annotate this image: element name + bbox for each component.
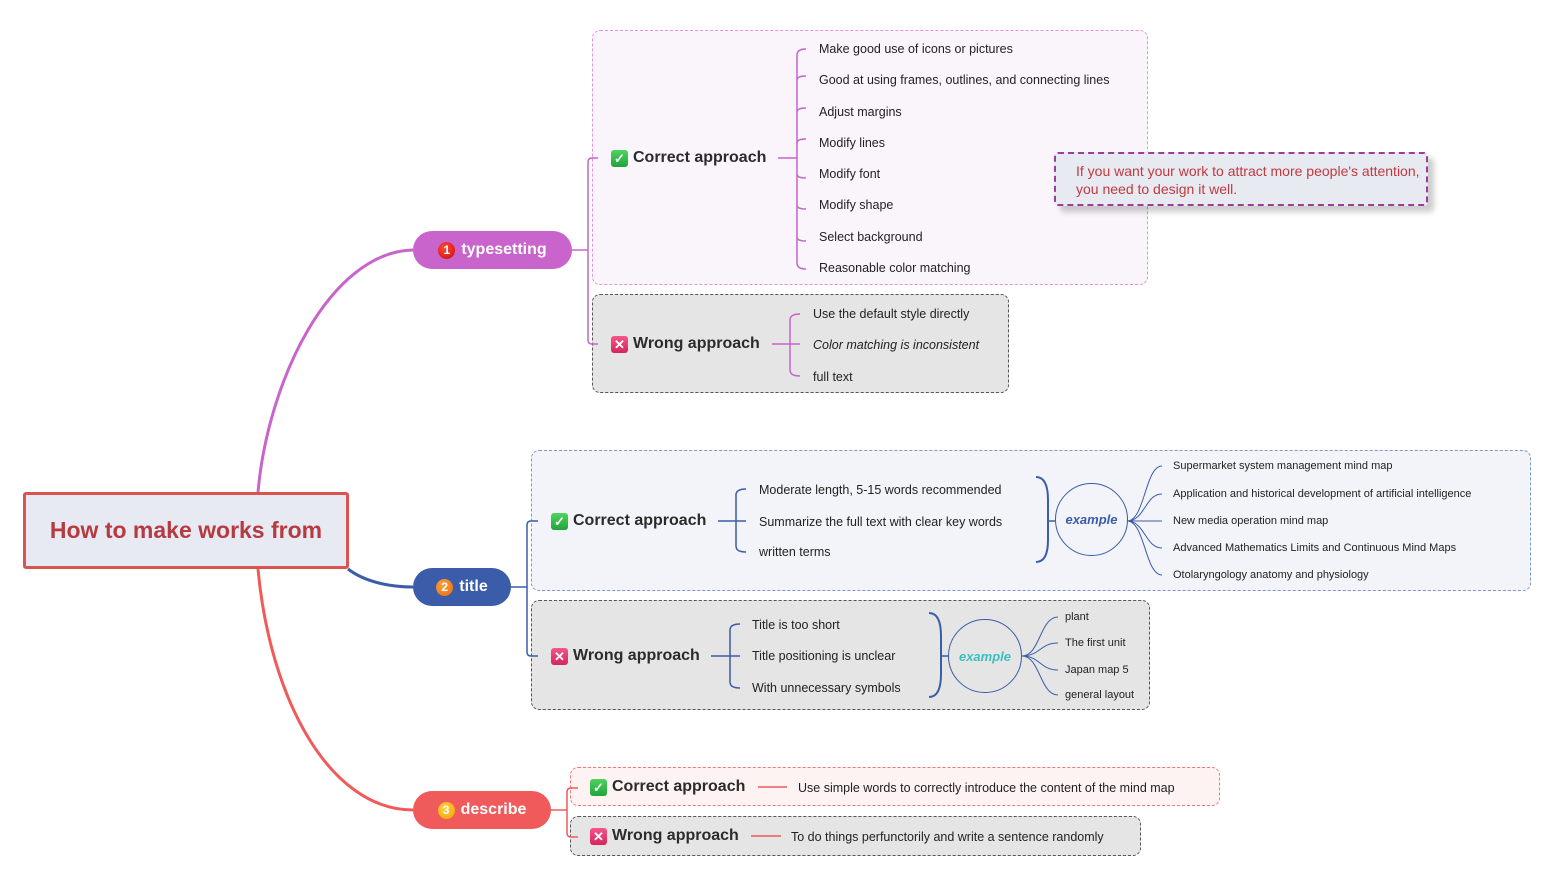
example-item: The first unit (1065, 637, 1126, 649)
example-node[interactable]: example (948, 619, 1022, 693)
branch-title[interactable]: 2 title (413, 568, 511, 606)
list-item: Modify lines (819, 136, 885, 150)
example-item: Japan map 5 (1065, 664, 1129, 676)
example-item: Otolaryngology anatomy and physiology (1173, 569, 1369, 581)
example-item: plant (1065, 611, 1089, 623)
list-item: Color matching is inconsistent (813, 338, 980, 352)
callout-note[interactable]: If you want your work to attract more pe… (1054, 152, 1428, 206)
example-item: Supermarket system management mind map (1173, 460, 1393, 472)
title-wrong-approach[interactable]: ✕ Wrong approach (551, 647, 700, 665)
branch-describe[interactable]: 3 describe (413, 791, 551, 829)
example-item: Advanced Mathematics Limits and Continuo… (1173, 542, 1457, 554)
list-item: Good at using frames, outlines, and conn… (819, 73, 1110, 87)
list-item: Use the default style directly (813, 307, 970, 321)
list-item: Reasonable color matching (819, 261, 971, 275)
branch-label: describe (460, 801, 527, 818)
list-item: full text (813, 370, 853, 384)
cross-icon: ✕ (611, 335, 628, 353)
title-correct-approach[interactable]: ✓ Correct approach (551, 512, 706, 530)
example-node[interactable]: example (1055, 483, 1128, 556)
list-item: Use simple words to correctly introduce … (798, 781, 1175, 795)
list-item: written terms (759, 545, 831, 559)
check-icon: ✓ (611, 149, 628, 167)
list-item: To do things perfunctorily and write a s… (791, 830, 1104, 844)
cross-icon: ✕ (590, 827, 607, 845)
typesetting-wrong-approach[interactable]: ✕ Wrong approach (611, 335, 760, 353)
check-icon: ✓ (551, 512, 568, 530)
number-2-icon: 2 (436, 578, 454, 596)
check-icon: ✓ (590, 778, 607, 796)
branch-label: title (459, 578, 488, 595)
branch-label: typesetting (461, 241, 547, 258)
describe-wrong-approach[interactable]: ✕ Wrong approach (590, 827, 739, 845)
list-item: Moderate length, 5-15 words recommended (759, 483, 1002, 497)
list-item: Title is too short (752, 618, 840, 632)
typesetting-correct-approach[interactable]: ✓ Correct approach (611, 149, 766, 167)
list-item: Select background (819, 230, 923, 244)
number-3-icon: 3 (437, 801, 455, 819)
cross-icon: ✕ (551, 647, 568, 665)
list-item: Summarize the full text with clear key w… (759, 515, 1003, 529)
connector-root-describe (256, 568, 414, 812)
list-item: Modify shape (819, 198, 894, 212)
number-1-icon: 1 (438, 241, 456, 259)
branch-typesetting[interactable]: 1 typesetting (413, 231, 572, 269)
describe-correct-approach[interactable]: ✓ Correct approach (590, 778, 745, 796)
list-item: Adjust margins (819, 105, 902, 119)
root-title: How to make works from (49, 517, 323, 543)
example-item: Application and historical development o… (1173, 488, 1472, 500)
root-topic[interactable]: How to make works from (23, 492, 349, 569)
connector-root-title (347, 567, 414, 589)
example-item: general layout (1065, 689, 1135, 701)
connector-root-typesetting (256, 248, 414, 493)
list-item: Make good use of icons or pictures (819, 42, 1013, 56)
list-item: Modify font (819, 167, 881, 181)
list-item: Title positioning is unclear (752, 649, 896, 663)
example-item: New media operation mind map (1173, 515, 1329, 527)
list-item: With unnecessary symbols (752, 681, 901, 695)
